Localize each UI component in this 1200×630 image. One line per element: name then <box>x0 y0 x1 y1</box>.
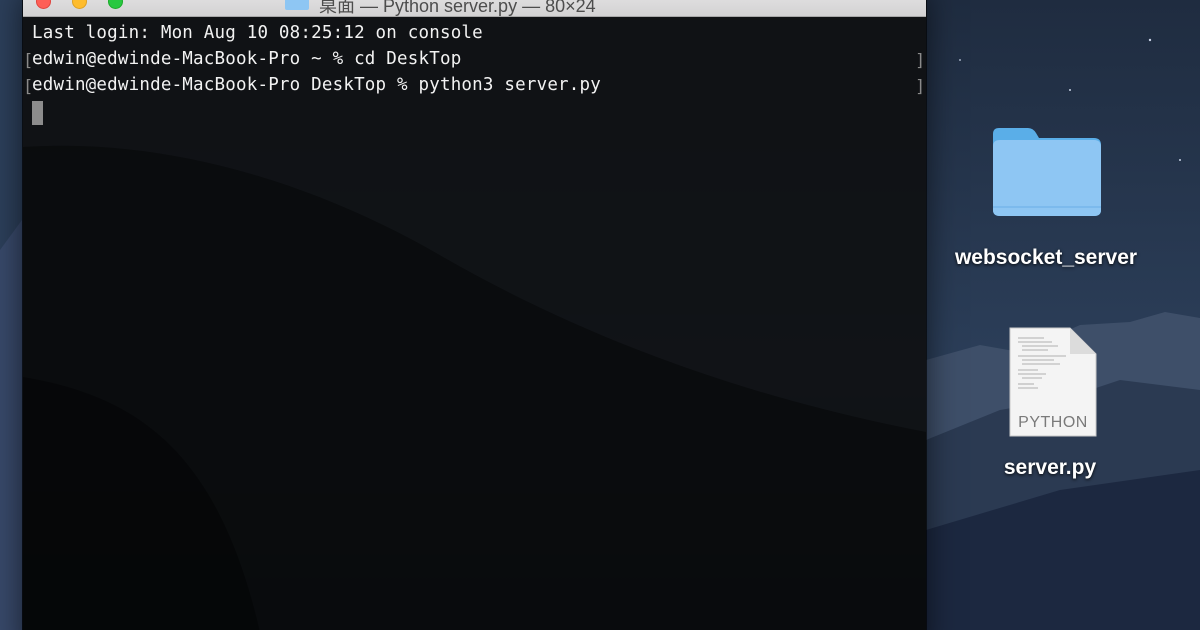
terminal-line-python: edwin@edwinde-MacBook-Pro DeskTop % pyth… <box>32 75 602 95</box>
terminal-background-dune <box>23 145 926 630</box>
folder-label[interactable]: websocket_server <box>930 246 1162 270</box>
folder-icon[interactable] <box>990 124 1104 220</box>
python-file-label[interactable]: server.py <box>930 456 1170 480</box>
terminal-cursor <box>32 101 43 125</box>
terminal-output[interactable]: Last login: Mon Aug 10 08:25:12 on conso… <box>23 17 926 630</box>
line-mark-right: ] <box>915 51 926 71</box>
python-file-badge: PYTHON <box>1018 414 1088 431</box>
window-title: 桌面 — Python server.py — 80×24 <box>319 0 596 16</box>
terminal-line-login: Last login: Mon Aug 10 08:25:12 on conso… <box>32 23 483 43</box>
minimize-button[interactable] <box>72 0 87 9</box>
terminal-window[interactable]: 桌面 — Python server.py — 80×24 Last login… <box>23 0 926 630</box>
maximize-button[interactable] <box>108 0 123 9</box>
close-button[interactable] <box>36 0 51 9</box>
folder-proxy-icon[interactable] <box>285 0 309 10</box>
terminal-line-cd: edwin@edwinde-MacBook-Pro ~ % cd DeskTop <box>32 49 462 69</box>
line-mark-right: ] <box>915 77 926 97</box>
title-bar[interactable]: 桌面 — Python server.py — 80×24 <box>23 0 926 17</box>
desktop: 桌面 — Python server.py — 80×24 Last login… <box>0 0 1200 630</box>
